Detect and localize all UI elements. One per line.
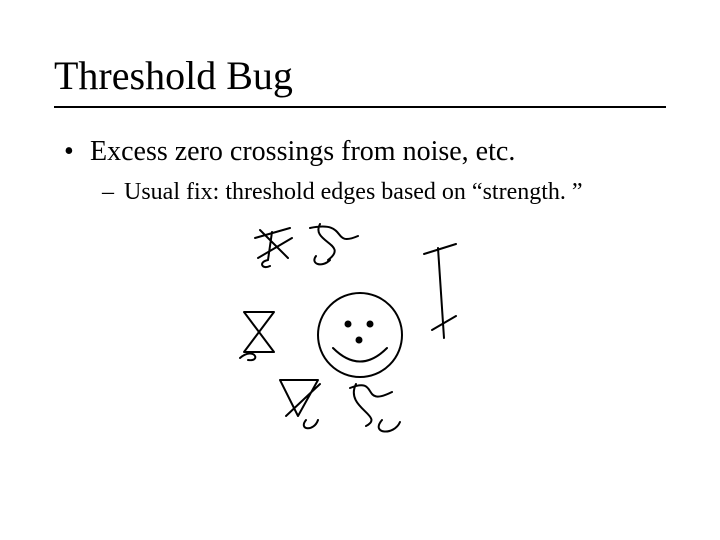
noise-scribble-6 bbox=[350, 384, 400, 432]
bullet-marker-disc: • bbox=[64, 134, 90, 169]
face-eye bbox=[345, 321, 352, 328]
noise-scribble-3 bbox=[424, 244, 456, 338]
bullet-level1-text: Excess zero crossings from noise, etc. bbox=[90, 134, 515, 169]
face-smile bbox=[333, 348, 387, 362]
noise-scribble-4 bbox=[240, 312, 274, 360]
noise-scribble-5 bbox=[280, 380, 320, 428]
title-underline bbox=[54, 106, 666, 108]
illustration-smiley-noise bbox=[210, 220, 510, 440]
bullet-level2: – Usual fix: threshold edges based on “s… bbox=[102, 177, 666, 207]
face-eye bbox=[367, 321, 374, 328]
slide-title: Threshold Bug bbox=[54, 54, 293, 98]
noise-scribble-2 bbox=[310, 224, 358, 264]
face-outline bbox=[318, 293, 402, 377]
bullet-level2-text: Usual fix: threshold edges based on “str… bbox=[124, 177, 583, 207]
bullet-level1: • Excess zero crossings from noise, etc. bbox=[64, 134, 666, 169]
bullet-marker-dash: – bbox=[102, 177, 124, 207]
face-nose bbox=[356, 337, 363, 344]
slide: Threshold Bug • Excess zero crossings fr… bbox=[0, 0, 720, 540]
illustration-svg bbox=[210, 220, 510, 440]
noise-scribble-1 bbox=[255, 228, 292, 267]
slide-body: • Excess zero crossings from noise, etc.… bbox=[64, 134, 666, 207]
